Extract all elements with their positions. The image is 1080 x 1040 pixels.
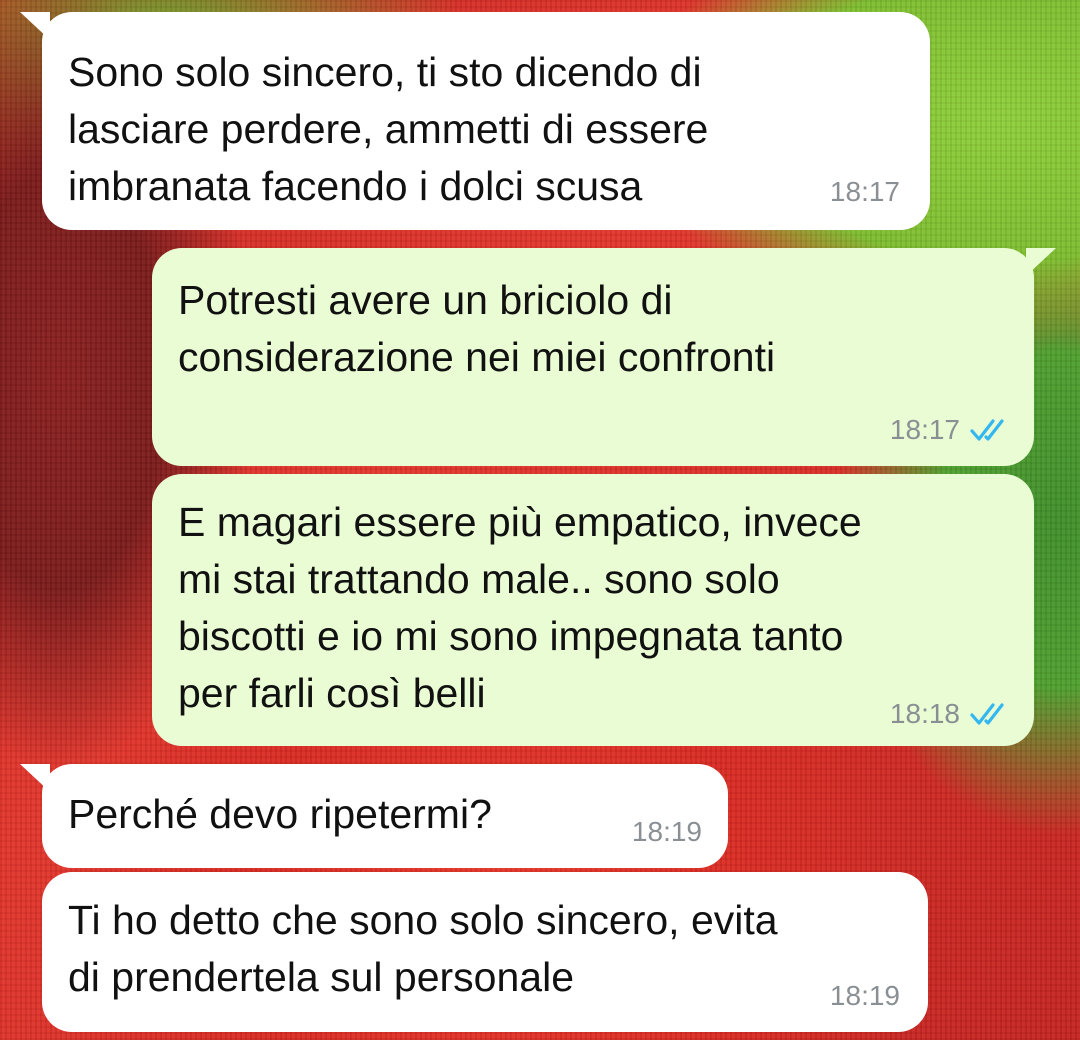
message-time: 18:17	[829, 176, 900, 207]
bubble-tail	[20, 12, 50, 40]
message-meta: 18:17	[830, 176, 900, 208]
message-meta: 18:17	[890, 414, 1012, 446]
message-time: 18:19	[631, 816, 702, 847]
message-time: 18:19	[829, 980, 900, 1011]
message-bubble-incoming[interactable]: Perché devo ripetermi? 18:19	[20, 764, 728, 868]
message-meta: 18:19	[830, 980, 900, 1012]
message-text: Potresti avere un briciolo di consideraz…	[178, 277, 776, 380]
message-bubble-incoming[interactable]: Sono solo sincero, ti sto dicendo di las…	[20, 12, 930, 230]
message-text: E magari essere più empatico, invece mi …	[178, 499, 862, 716]
message-text: Ti ho detto che sono solo sincero, evita…	[68, 897, 778, 1000]
message-text: Sono solo sincero, ti sto dicendo di las…	[68, 49, 709, 209]
double-check-icon	[970, 703, 1004, 725]
message-time: 18:18	[889, 698, 960, 729]
message-text: Perché devo ripetermi?	[68, 791, 492, 837]
message-time: 18:17	[889, 414, 960, 445]
message-meta: 18:18	[890, 698, 1012, 730]
message-bubble-incoming[interactable]: Ti ho detto che sono solo sincero, evita…	[42, 872, 928, 1032]
message-bubble-outgoing[interactable]: E magari essere più empatico, invece mi …	[152, 474, 1034, 746]
bubble-tail	[1026, 248, 1056, 276]
message-bubble-outgoing[interactable]: Potresti avere un briciolo di consideraz…	[152, 248, 1056, 466]
double-check-icon	[970, 419, 1004, 441]
message-meta: 18:19	[632, 816, 702, 848]
bubble-tail	[20, 764, 50, 792]
